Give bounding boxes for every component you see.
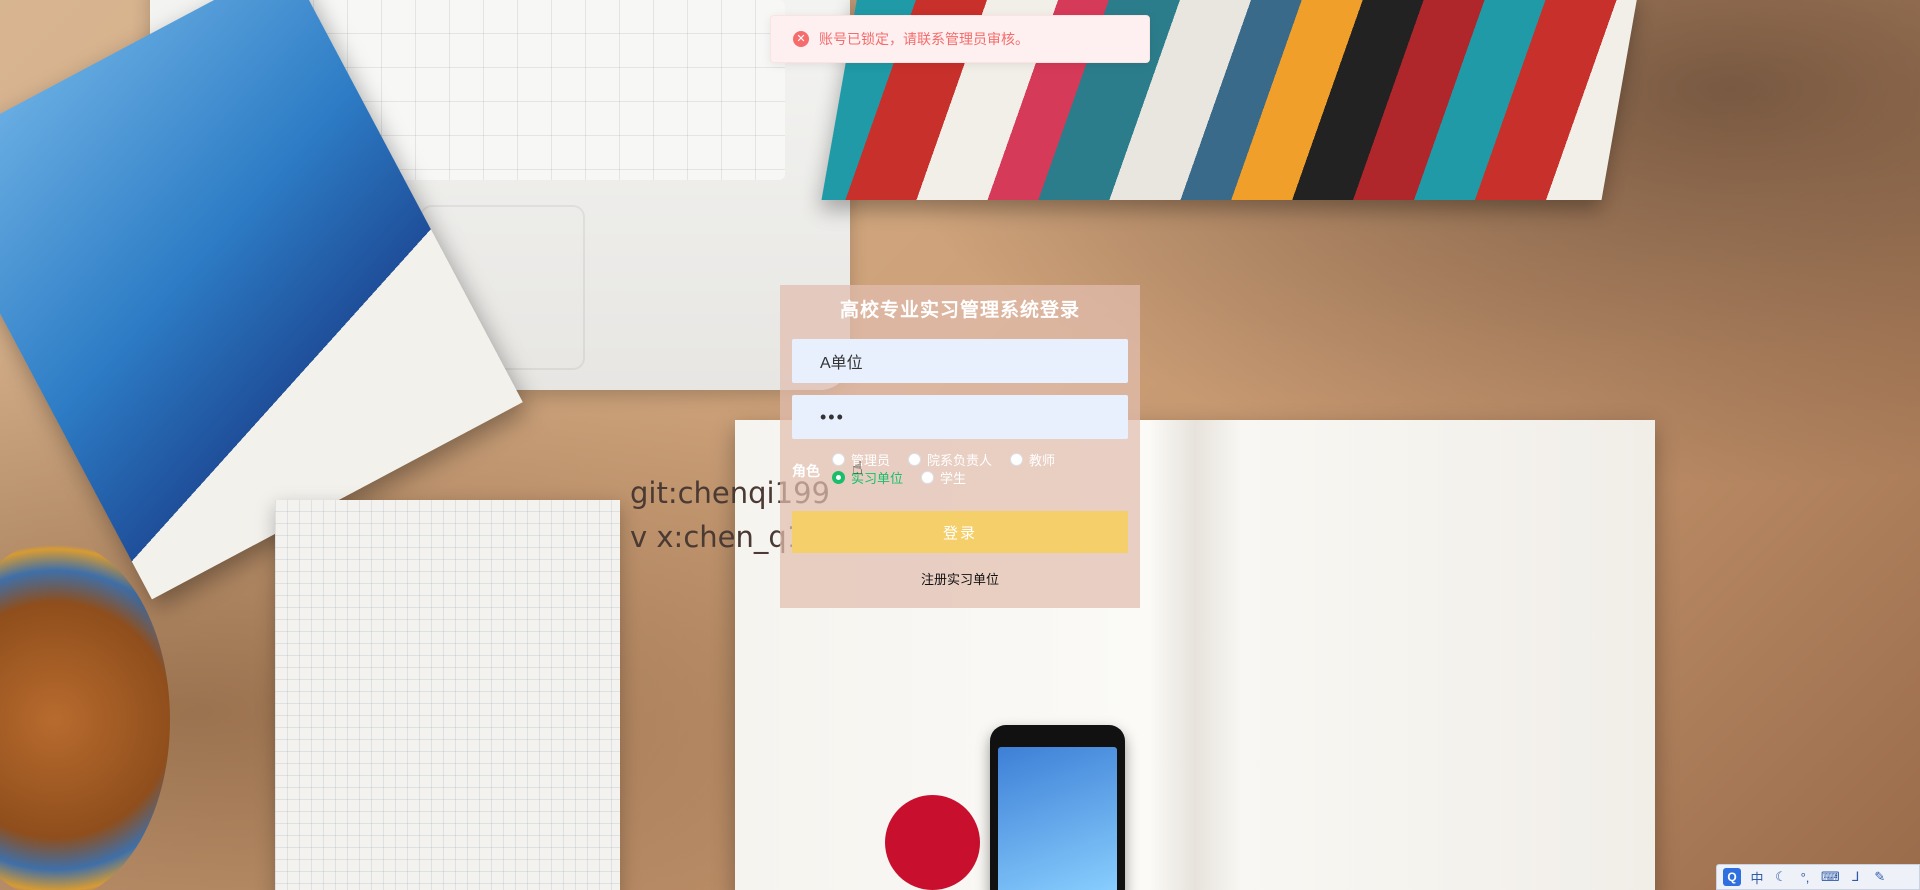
toast-message: 账号已锁定，请联系管理员审核。 [819,31,1029,47]
login-panel: 高校专业实习管理系统登录 角色 管理员 院系负责人 教师 实习单位 学生 登录 … [780,285,1140,608]
role-option-teacher[interactable]: 教师 [1010,451,1056,468]
role-option-department-head[interactable]: 院系负责人 [908,451,993,468]
radio-circle[interactable] [832,452,845,466]
register-unit-link[interactable]: 注册实习单位 [780,569,1140,588]
role-option-student[interactable]: 学生 [921,469,967,486]
login-title: 高校专业实习管理系统登录 [839,299,1080,321]
radio-circle[interactable] [921,470,935,484]
role-option-internship-unit[interactable]: 实习单位 [832,469,903,486]
radio-circle[interactable] [1010,452,1024,466]
ime-toolbar: Q 中 ☾ °, ⌨ ⅃ ✎ [1716,864,1920,890]
moon-icon[interactable]: ☾ [1773,868,1789,886]
hand-cursor-icon: ☝ [852,458,863,478]
keyboard-icon[interactable]: ⌨ [1821,868,1840,886]
ime-chinese-mode[interactable]: 中 [1749,868,1765,886]
login-button[interactable]: 登录 [792,511,1128,553]
punctuation-icon[interactable]: °, [1797,868,1813,886]
conedison-logo [840,680,930,730]
ime-logo-icon[interactable]: Q [1723,868,1741,886]
lg-logo [885,795,980,890]
phone-screen [998,747,1117,890]
role-option-label: 院系负责人 [927,452,993,468]
radio-circle-selected[interactable] [832,470,845,484]
error-toast: ✕ 账号已锁定，请联系管理员审核。 [770,15,1150,63]
role-radio-group: 管理员 院系负责人 教师 实习单位 学生 [832,451,1132,486]
tools-icon[interactable]: ⅃ [1848,868,1864,886]
role-option-label: 教师 [1029,452,1056,468]
radio-circle[interactable] [908,452,922,466]
phone-decoration [990,725,1125,890]
role-option-label: 学生 [940,470,967,486]
username-input[interactable] [792,339,1128,383]
notebook-decoration [275,500,620,890]
password-input[interactable] [792,395,1128,439]
error-circle-icon: ✕ [793,31,809,47]
settings-icon[interactable]: ✎ [1872,868,1888,886]
role-label: 角色 [792,463,820,479]
